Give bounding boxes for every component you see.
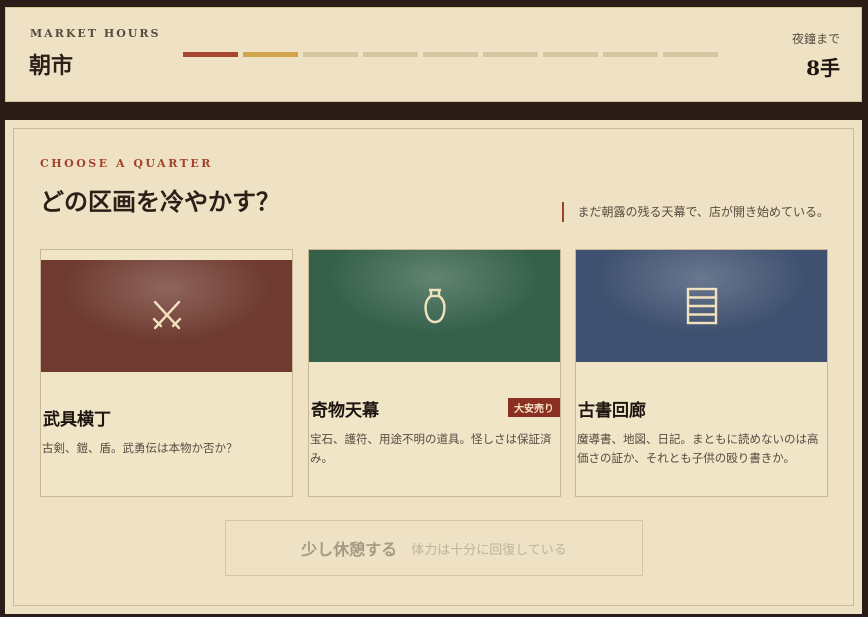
quarter-card-curio-tent[interactable]: 奇物天幕 大安売り 宝石、護符、用途不明の道具。怪しさは保証済み。 — [308, 249, 561, 497]
card-description: 古剣、鎧、盾。武勇伝は本物か否か？ — [42, 441, 238, 455]
sale-badge: 大安売り — [508, 398, 560, 417]
time-segment — [543, 52, 598, 57]
time-segment-past — [183, 52, 238, 57]
night-bell-label: 夜鐘まで — [791, 32, 840, 46]
time-progress-track — [183, 52, 718, 57]
card-title: 古書回廊 — [578, 401, 646, 421]
card-banner — [41, 260, 292, 372]
choose-quarter-label: CHOOSE A QUARTER — [40, 157, 213, 170]
time-segment — [363, 52, 418, 57]
flavor-text: まだ朝露の残る天幕で、店が開き始めている。 — [562, 202, 829, 222]
choose-quarter-title: どの区画を冷やかす？ — [40, 187, 280, 216]
quarter-card-armory[interactable]: 武具横丁 古剣、鎧、盾。武勇伝は本物か否か？ — [40, 249, 293, 497]
time-segment — [603, 52, 658, 57]
time-segment — [423, 52, 478, 57]
crossed-swords-icon — [152, 300, 181, 330]
card-description: 宝石、護符、用途不明の道具。怪しさは保証済み。 — [310, 432, 552, 465]
market-phase-title: 朝市 — [29, 53, 74, 79]
market-hours-label: MARKET HOURS — [30, 27, 161, 40]
quarter-select-panel: CHOOSE A QUARTER どの区画を冷やかす？ まだ朝露の残る天幕で、店… — [5, 120, 862, 614]
rest-button-label: 少し休憩する — [301, 540, 398, 559]
rest-button-note: 体力は十分に回復している — [411, 542, 567, 558]
card-title: 武具横丁 — [43, 410, 111, 430]
time-segment — [483, 52, 538, 57]
book-stack-icon — [686, 287, 717, 325]
card-banner — [309, 250, 560, 362]
rest-button[interactable]: 少し休憩する 体力は十分に回復している — [225, 520, 643, 576]
card-title: 奇物天幕 — [311, 401, 379, 421]
card-banner — [576, 250, 827, 362]
time-segment-current — [243, 52, 298, 57]
vase-icon — [423, 288, 446, 324]
market-hours-panel: MARKET HOURS 朝市 夜鐘まで 8手 — [5, 7, 862, 102]
card-description: 魔導書、地図、日記。まともに読めないのは高価さの証か、それとも子供の殴り書きか。 — [577, 432, 819, 465]
time-segment — [303, 52, 358, 57]
quarter-card-book-gallery[interactable]: 古書回廊 魔導書、地図、日記。まともに読めないのは高価さの証か、それとも子供の殴… — [575, 249, 828, 497]
night-bell-counter: 8手 — [806, 56, 840, 80]
time-segment — [663, 52, 718, 57]
